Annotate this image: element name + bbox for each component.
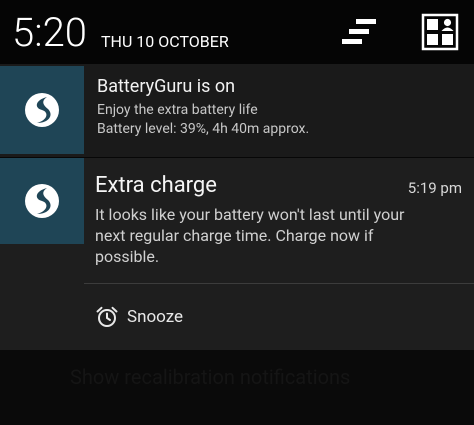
notification-text: Enjoy the extra battery life bbox=[97, 102, 258, 118]
clear-all-icon bbox=[342, 19, 376, 44]
notification-batteryguru-on[interactable]: BatteryGuru is on Enjoy the extra batter… bbox=[0, 64, 474, 157]
notification-time: 5:19 pm bbox=[407, 179, 462, 197]
action-divider bbox=[84, 283, 474, 284]
snooze-button[interactable]: Snooze bbox=[84, 292, 284, 342]
notification-shade: 5:20 THU 10 OCTOBER BatteryGuru is on En… bbox=[0, 0, 474, 425]
background-setting-text: Show recalibration notifications bbox=[70, 365, 351, 389]
notification-extra-charge[interactable]: Extra charge 5:19 pm It looks like your … bbox=[0, 158, 474, 350]
batteryguru-logo-icon bbox=[25, 184, 59, 218]
app-icon-container bbox=[0, 66, 84, 154]
notification-title: BatteryGuru is on bbox=[97, 76, 236, 97]
status-header: 5:20 THU 10 OCTOBER bbox=[0, 0, 474, 64]
app-icon-container bbox=[0, 158, 84, 244]
date-label: THU 10 OCTOBER bbox=[101, 32, 229, 51]
quick-settings-icon bbox=[421, 13, 459, 51]
notification-body: It looks like your battery won't last un… bbox=[95, 205, 405, 266]
battery-level-text: Battery level: 39%, 4h 40m approx. bbox=[97, 121, 310, 137]
background-app-area: Show recalibration notifications bbox=[0, 350, 474, 425]
snooze-label: Snooze bbox=[127, 307, 184, 327]
clock: 5:20 bbox=[12, 9, 87, 56]
batteryguru-logo-icon bbox=[25, 93, 59, 127]
clear-all-button[interactable] bbox=[336, 12, 380, 52]
alarm-clock-icon bbox=[95, 305, 119, 329]
quick-settings-button[interactable] bbox=[418, 12, 462, 52]
notification-title: Extra charge bbox=[95, 173, 217, 198]
